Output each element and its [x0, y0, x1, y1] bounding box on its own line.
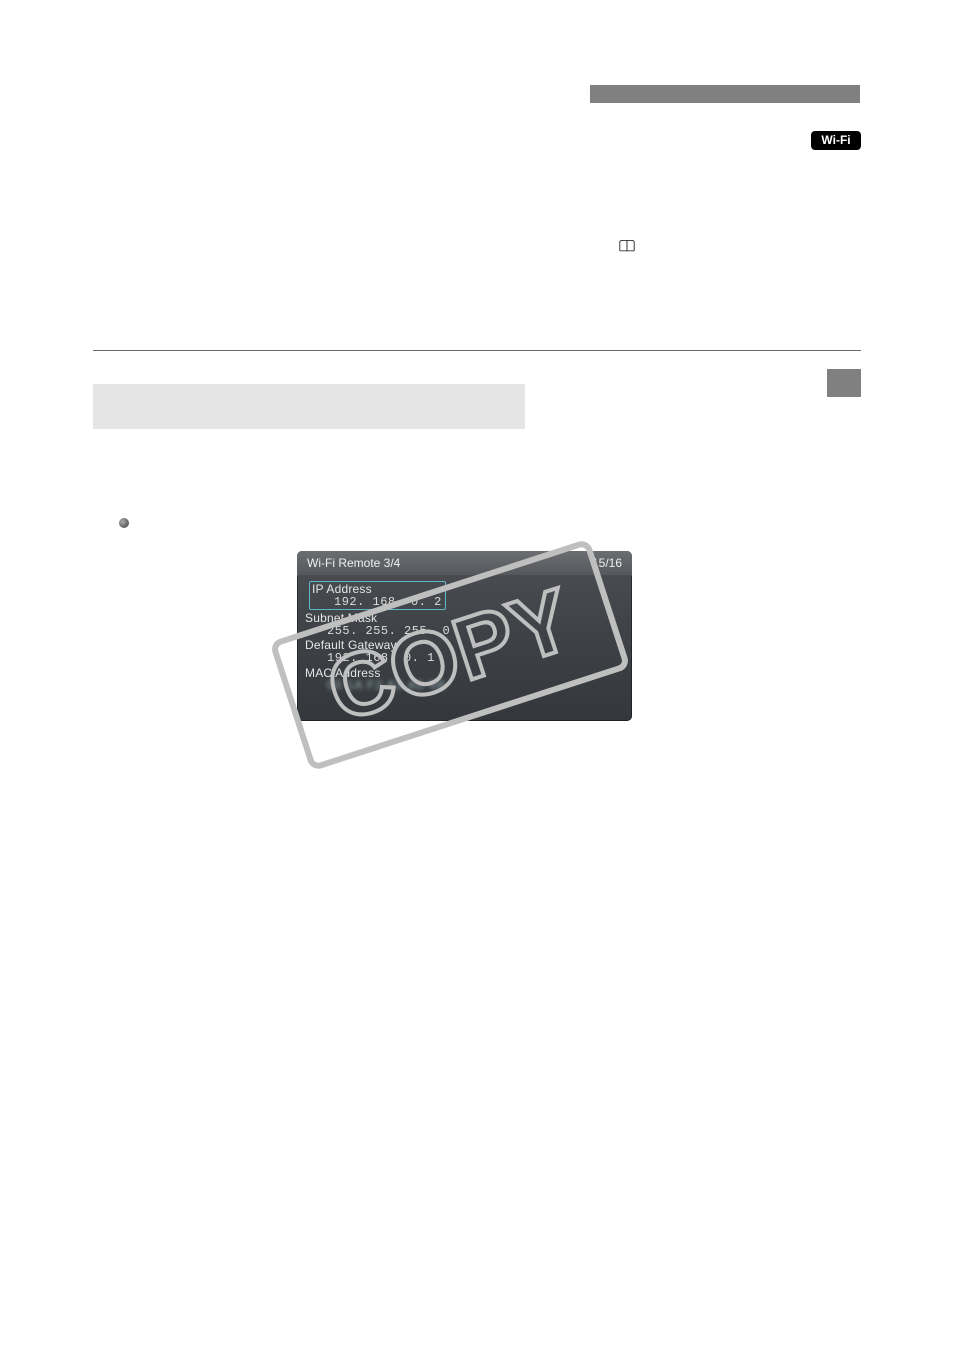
menu-value-blurred: 00 1A F2 A3 4D 9B	[305, 679, 620, 692]
menu-row-subnet-mask[interactable]: Subnet Mask 255. 255. 255. 0	[297, 611, 632, 638]
camera-settings-title: Wi-Fi Remote 3/4	[307, 556, 400, 570]
menu-value: 255. 255. 255. 0	[305, 625, 620, 638]
menu-value: 192. 168. 0. 1	[305, 652, 620, 665]
menu-value: 192. 168. 0. 2	[312, 596, 442, 609]
page-edge-tab	[827, 369, 861, 397]
selected-item-highlight: IP Address 192. 168. 0. 2	[309, 581, 446, 610]
menu-label: Subnet Mask	[305, 612, 620, 625]
section-divider	[93, 350, 861, 351]
wifi-badge: Wi-Fi	[811, 131, 861, 150]
menu-row-mac-address[interactable]: MAC Address 00 1A F2 A3 4D 9B	[297, 666, 632, 693]
camera-settings-panel: Wi-Fi Remote 3/4 15/16 IP Address 192. 1…	[297, 551, 632, 721]
camera-settings-page-indicator: 15/16	[592, 556, 622, 570]
list-bullet-icon	[119, 518, 129, 528]
header-grey-bar	[590, 85, 860, 103]
menu-row-default-gateway[interactable]: Default Gateway 192. 168. 0. 1	[297, 638, 632, 665]
camera-settings-body: IP Address 192. 168. 0. 2 Subnet Mask 25…	[297, 576, 632, 693]
menu-row-ip-address[interactable]: IP Address 192. 168. 0. 2	[297, 580, 632, 611]
camera-settings-header: Wi-Fi Remote 3/4 15/16	[297, 551, 632, 576]
menu-label: IP Address	[312, 583, 442, 596]
section-heading-box	[93, 384, 525, 429]
book-icon	[619, 240, 635, 252]
